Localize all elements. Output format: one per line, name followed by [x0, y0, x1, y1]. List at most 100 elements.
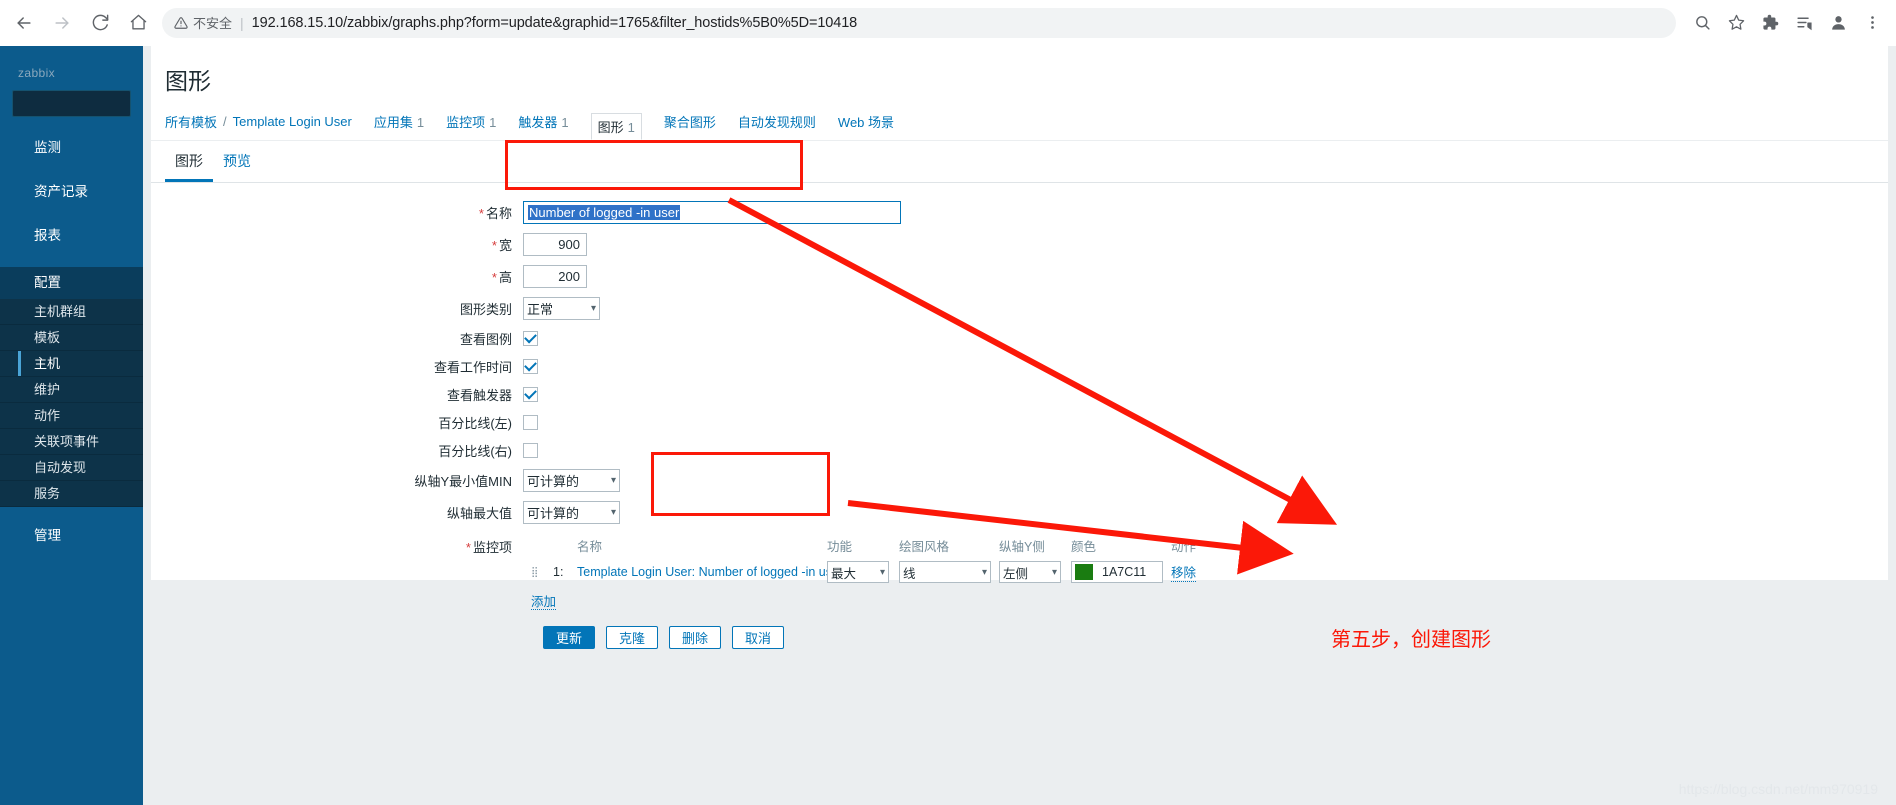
chevron-down-icon: ▾	[610, 475, 616, 486]
sidebar-subitem-host-groups[interactable]: 主机群组	[0, 299, 143, 325]
sidebar-subitem-event-correlation[interactable]: 关联项事件	[0, 429, 143, 455]
y-min-select[interactable]: 可计算的 ▾	[523, 469, 620, 492]
y-max-value: 可计算的	[527, 506, 580, 521]
percentile-right-checkbox[interactable]	[523, 443, 538, 458]
puzzle-piece-icon[interactable]	[1754, 7, 1786, 39]
color-hex-value: 1A7C11	[1102, 565, 1147, 579]
breadcrumb-tab-count: 1	[489, 115, 497, 130]
remove-item-link[interactable]: 移除	[1171, 562, 1197, 582]
y-axis-side-value: 左侧	[1003, 566, 1029, 581]
browser-chrome: 不安全 | 192.168.15.10/zabbix/graphs.php?fo…	[0, 0, 1896, 46]
show-working-time-checkbox[interactable]	[523, 359, 538, 374]
delete-button[interactable]: 删除	[669, 626, 722, 649]
form-row-y-max: 纵轴最大值 可计算的 ▾	[151, 501, 1888, 524]
breadcrumb-tab-triggers[interactable]: 触发器 1	[518, 112, 568, 131]
required-marker: *	[465, 540, 471, 555]
y-min-value: 可计算的	[527, 474, 580, 489]
sidebar-item-inventory[interactable]: 资产记录	[0, 179, 143, 205]
reload-icon[interactable]	[82, 5, 118, 41]
star-icon[interactable]	[1720, 7, 1752, 39]
name-input[interactable]: Number of logged -in user	[523, 201, 901, 224]
address-bar[interactable]: 不安全 | 192.168.15.10/zabbix/graphs.php?fo…	[162, 7, 1676, 38]
items-table-header: 名称 功能 绘图风格 纵轴Y侧 颜色 动作	[523, 533, 1223, 561]
sidebar-item-administration[interactable]: 管理	[0, 523, 143, 549]
percentile-left-checkbox[interactable]	[523, 415, 538, 430]
breadcrumb-tab-graphs[interactable]: 图形 1	[590, 113, 642, 140]
breadcrumb-tab-applications[interactable]: 应用集 1	[374, 112, 424, 131]
graph-type-label: 图形类别	[459, 302, 512, 317]
breadcrumb-tab-count: 1	[627, 120, 635, 135]
clone-button[interactable]: 克隆	[606, 626, 659, 649]
items-label-text: 监控项	[472, 540, 512, 555]
add-item-link[interactable]: 添加	[531, 595, 557, 610]
three-dot-menu-icon[interactable]	[1856, 7, 1888, 39]
height-label-text: 高	[498, 270, 512, 285]
percentile-right-label: 百分比线(右)	[438, 444, 512, 459]
breadcrumb-tab-label: 触发器	[518, 115, 558, 130]
form-row-y-min: 纵轴Y最小值MIN 可计算的 ▾	[151, 469, 1888, 492]
sidebar-subitem-actions[interactable]: 动作	[0, 403, 143, 429]
sidebar-subitem-services[interactable]: 服务	[0, 481, 143, 507]
breadcrumb-template-name[interactable]: Template Login User	[233, 114, 352, 129]
url-text: 192.168.15.10/zabbix/graphs.php?form=upd…	[251, 14, 858, 31]
form-row-show-legend: 查看图例	[151, 329, 1888, 348]
header-color: 颜色	[1071, 540, 1097, 554]
row-index: 1:	[553, 565, 564, 579]
item-name-link[interactable]: Template Login User: Number of logged -i…	[577, 565, 843, 579]
color-picker[interactable]: 1A7C11	[1071, 561, 1163, 583]
sidebar-item-reports[interactable]: 报表	[0, 223, 143, 249]
draw-style-select[interactable]: 线 ▾	[899, 561, 991, 583]
breadcrumb-tab-count: 1	[416, 115, 425, 130]
breadcrumb-tab-items[interactable]: 监控项 1	[446, 112, 496, 131]
width-input[interactable]: 900	[523, 233, 587, 256]
y-min-label: 纵轴Y最小值MIN	[414, 474, 512, 489]
form-row-name: * 名称 Number of logged -in user	[151, 201, 1888, 224]
graph-type-value: 正常	[527, 302, 554, 317]
draw-style-value: 线	[903, 566, 916, 581]
sidebar-item-monitoring[interactable]: 监测	[0, 135, 143, 161]
cancel-button[interactable]: 取消	[732, 626, 785, 649]
breadcrumb-tab-count: 1	[561, 115, 569, 130]
working-time-label: 查看工作时间	[433, 360, 512, 375]
reading-list-icon[interactable]	[1788, 7, 1820, 39]
sidebar-subitem-discovery[interactable]: 自动发现	[0, 455, 143, 481]
breadcrumb-tab-discovery-rules[interactable]: 自动发现规则	[738, 112, 816, 131]
tab-preview[interactable]: 预览	[213, 151, 261, 182]
breadcrumb-tab-web-scenarios[interactable]: Web 场景	[838, 112, 894, 131]
sidebar-subitem-maintenance[interactable]: 维护	[0, 377, 143, 403]
show-triggers-checkbox[interactable]	[523, 387, 538, 402]
y-axis-side-select[interactable]: 左侧 ▾	[999, 561, 1061, 583]
update-button[interactable]: 更新	[543, 626, 596, 649]
sidebar-subitem-templates[interactable]: 模板	[0, 325, 143, 351]
search-zoom-icon[interactable]	[1686, 7, 1718, 39]
color-swatch	[1075, 564, 1093, 580]
back-arrow-icon[interactable]	[6, 5, 42, 41]
show-triggers-label: 查看触发器	[446, 388, 512, 403]
not-secure-warning-icon	[174, 16, 188, 30]
breadcrumb-all-templates[interactable]: 所有模板	[165, 112, 217, 131]
form-row-triggers: 查看触发器	[151, 385, 1888, 404]
tab-graph[interactable]: 图形	[165, 151, 213, 182]
main-area: 图形 所有模板 / Template Login User 应用集 1 监控项 1 …	[143, 46, 1896, 805]
height-input[interactable]: 200	[523, 265, 587, 288]
height-label: * 高	[151, 267, 523, 286]
sidebar-item-configuration[interactable]: 配置	[0, 267, 143, 299]
home-icon[interactable]	[120, 5, 156, 41]
form-row-percentile-left: 百分比线(左)	[151, 413, 1888, 432]
profile-avatar-icon[interactable]	[1822, 7, 1854, 39]
breadcrumb-tab-screens[interactable]: 聚合图形	[664, 112, 716, 131]
sidebar-search-input[interactable]	[12, 90, 131, 117]
items-label: * 监控项	[151, 533, 523, 610]
table-row: ⣿ 1: Template Login User: Number of logg…	[523, 561, 1223, 583]
name-label-text: 名称	[485, 206, 512, 221]
y-max-label: 纵轴最大值	[446, 506, 512, 521]
show-legend-checkbox[interactable]	[523, 331, 538, 346]
graph-type-select[interactable]: 正常 ▾	[523, 297, 600, 320]
sidebar-subitem-hosts[interactable]: 主机	[0, 351, 143, 377]
drag-handle-icon[interactable]: ⣿	[523, 567, 545, 577]
forward-arrow-icon[interactable]	[44, 5, 80, 41]
y-max-select[interactable]: 可计算的 ▾	[523, 501, 620, 524]
show-legend-label: 查看图例	[459, 332, 512, 347]
function-select[interactable]: 最大 ▾	[827, 561, 889, 583]
breadcrumb-tab-label: 应用集	[373, 115, 413, 130]
